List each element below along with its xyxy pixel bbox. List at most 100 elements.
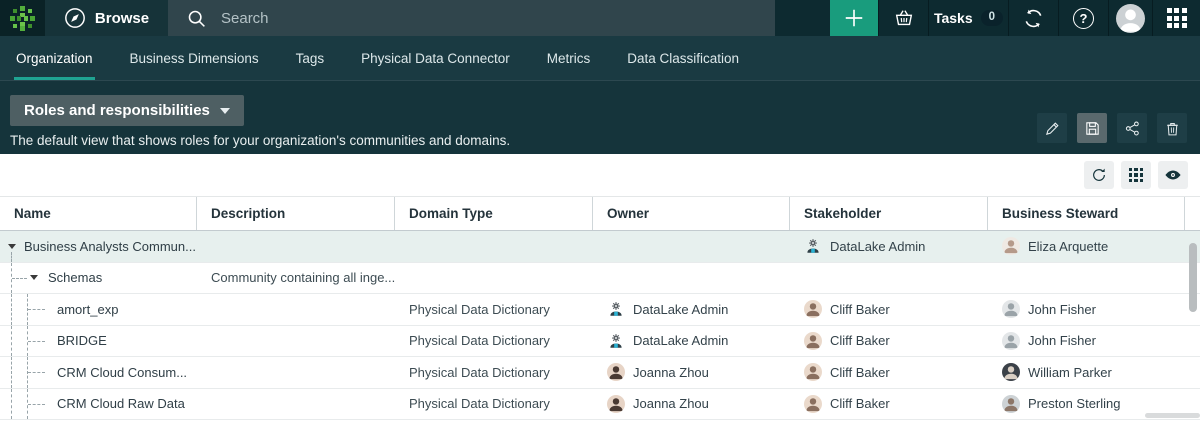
save-view-button[interactable] — [1077, 113, 1107, 143]
avatar — [607, 332, 625, 350]
row-filler — [1185, 357, 1200, 388]
business-steward-cell — [988, 263, 1185, 294]
entity-name[interactable]: CRM Cloud Raw Data — [57, 396, 185, 411]
edit-view-button[interactable] — [1037, 113, 1067, 143]
entity-name[interactable]: CRM Cloud Consum... — [57, 365, 187, 380]
user-menu-button[interactable] — [1108, 0, 1152, 36]
business-steward-cell: William Parker — [988, 357, 1185, 388]
owner-name[interactable]: DataLake Admin — [633, 302, 728, 317]
stakeholder-name[interactable]: Cliff Baker — [830, 365, 890, 380]
help-button[interactable]: ? — [1058, 0, 1108, 36]
create-asset-button[interactable] — [830, 0, 878, 36]
avatar — [607, 300, 625, 318]
stakeholder-name[interactable]: DataLake Admin — [830, 239, 925, 254]
edit-pencil-icon — [1044, 120, 1061, 137]
tab-organization[interactable]: Organization — [14, 36, 95, 80]
tab-business-dimensions[interactable]: Business Dimensions — [128, 36, 261, 80]
table-row[interactable]: amort_exp Physical Data Dictionary DataLak… — [0, 294, 1200, 326]
tree-line — [28, 404, 45, 405]
column-header-domain-type[interactable]: Domain Type — [395, 197, 593, 230]
avatar — [607, 363, 625, 381]
name-cell: Schemas — [0, 263, 197, 294]
apps-menu-button[interactable] — [1152, 0, 1200, 36]
search-input[interactable] — [221, 10, 701, 27]
apps-grid-icon — [1167, 8, 1187, 28]
owner-name[interactable]: Joanna Zhou — [633, 365, 709, 380]
delete-view-button[interactable] — [1157, 113, 1187, 143]
domain-type-cell: Physical Data Dictionary — [395, 357, 593, 388]
avatar — [1002, 332, 1020, 350]
table-row[interactable]: Business Analysts Commun... DataLake Admi… — [0, 231, 1200, 263]
domain-type-cell: Physical Data Dictionary — [395, 326, 593, 357]
view-selector-label: Roles and responsibilities — [24, 102, 210, 119]
tasks-count-badge: 0 — [981, 10, 1003, 26]
owner-name[interactable]: Joanna Zhou — [633, 396, 709, 411]
domain-type-cell: Physical Data Dictionary — [395, 294, 593, 325]
column-settings-button[interactable] — [1121, 161, 1151, 189]
tree-line — [11, 357, 12, 388]
table-row[interactable]: BRIDGE Physical Data Dictionary DataLake A… — [0, 326, 1200, 358]
business-steward-name[interactable]: Eliza Arquette — [1028, 239, 1108, 254]
stakeholder-name[interactable]: Cliff Baker — [830, 333, 890, 348]
entity-name[interactable]: amort_exp — [57, 302, 118, 317]
collibra-logo-icon — [9, 5, 36, 32]
tab-metrics[interactable]: Metrics — [545, 36, 593, 80]
trash-icon — [1164, 120, 1181, 137]
preview-button[interactable] — [1158, 161, 1188, 189]
person-photo-icon — [804, 332, 822, 350]
topbar-spacer — [775, 0, 830, 36]
entity-name[interactable]: Schemas — [48, 270, 102, 285]
robot-avatar-icon — [804, 237, 822, 255]
business-steward-name[interactable]: Preston Sterling — [1028, 396, 1121, 411]
tab-physical-data-connector[interactable]: Physical Data Connector — [359, 36, 512, 80]
column-header-business-steward[interactable]: Business Steward — [988, 197, 1185, 230]
view-header: Roles and responsibilities The default v… — [0, 81, 1200, 154]
refresh-icon — [1091, 167, 1107, 183]
owner-cell: DataLake Admin — [593, 326, 790, 357]
business-steward-name[interactable]: John Fisher — [1028, 333, 1096, 348]
avatar — [804, 332, 822, 350]
data-basket-button[interactable] — [878, 0, 928, 36]
column-header-stakeholder[interactable]: Stakeholder — [790, 197, 988, 230]
table-row[interactable]: SchemasCommunity containing all inge... — [0, 263, 1200, 295]
tab-tags[interactable]: Tags — [294, 36, 327, 80]
horizontal-scrollbar-thumb[interactable] — [1145, 413, 1200, 418]
tab-data-classification[interactable]: Data Classification — [625, 36, 741, 80]
column-header-description[interactable]: Description — [197, 197, 395, 230]
expand-caret-icon[interactable] — [30, 275, 38, 280]
business-steward-cell: John Fisher — [988, 294, 1185, 325]
person-photo-icon — [804, 363, 822, 381]
column-header-owner[interactable]: Owner — [593, 197, 790, 230]
browse-label: Browse — [95, 10, 149, 27]
domain-type-cell — [395, 231, 593, 262]
app-logo[interactable] — [0, 0, 45, 36]
owner-cell: Joanna Zhou — [593, 357, 790, 388]
column-header-name[interactable]: Name — [0, 197, 197, 230]
vertical-scrollbar-thumb[interactable] — [1189, 243, 1197, 312]
browse-button[interactable]: Browse — [45, 0, 168, 36]
business-steward-name[interactable]: John Fisher — [1028, 302, 1096, 317]
entity-name[interactable]: BRIDGE — [57, 333, 107, 348]
owner-cell: Joanna Zhou — [593, 389, 790, 420]
business-steward-cell: Eliza Arquette — [988, 231, 1185, 262]
sync-button[interactable] — [1008, 0, 1058, 36]
refresh-button[interactable] — [1084, 161, 1114, 189]
global-search[interactable] — [168, 0, 775, 36]
share-view-button[interactable] — [1117, 113, 1147, 143]
avatar — [804, 237, 822, 255]
grid-view-icon — [1129, 168, 1144, 183]
view-selector-dropdown[interactable]: Roles and responsibilities — [10, 95, 244, 126]
table-row[interactable]: CRM Cloud Consum... Physical Data Diction… — [0, 357, 1200, 389]
expand-caret-icon[interactable] — [8, 244, 16, 249]
table-row[interactable]: CRM Cloud Raw DataPhysical Data Dictiona… — [0, 389, 1200, 421]
tree-line — [28, 341, 45, 342]
business-steward-name[interactable]: William Parker — [1028, 365, 1112, 380]
description-cell — [197, 389, 395, 420]
stakeholder-name[interactable]: Cliff Baker — [830, 396, 890, 411]
owner-name[interactable]: DataLake Admin — [633, 333, 728, 348]
entity-name[interactable]: Business Analysts Commun... — [24, 239, 196, 254]
tasks-button[interactable]: Tasks 0 — [928, 0, 1008, 36]
person-photo-icon — [1002, 237, 1020, 255]
description-cell — [197, 357, 395, 388]
stakeholder-name[interactable]: Cliff Baker — [830, 302, 890, 317]
